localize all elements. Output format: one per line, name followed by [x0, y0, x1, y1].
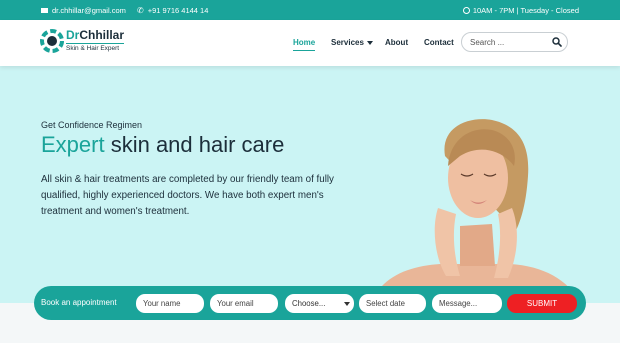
mail-icon	[41, 8, 48, 13]
message-field[interactable]	[432, 294, 502, 313]
hero-description: All skin & hair treatments are completed…	[41, 174, 334, 217]
chevron-down-icon[interactable]	[344, 301, 350, 306]
phone-text[interactable]: +91 9716 4144 14	[148, 6, 209, 15]
nav-home[interactable]: Home	[293, 38, 316, 51]
opening-hours: 10AM - 7PM | Tuesday - Closed	[462, 6, 579, 15]
search-icon[interactable]	[552, 37, 562, 47]
nav-about[interactable]: About	[385, 38, 408, 47]
nav-services[interactable]: Services	[331, 38, 373, 47]
logo-mark-icon	[40, 29, 64, 53]
site-header: DrChhillar Skin & Hair Expert Home Servi…	[0, 20, 620, 66]
phone-icon: ✆	[137, 6, 144, 15]
hero-headline-accent: Expert	[41, 132, 105, 157]
hero-subtitle: Get Confidence Regimen	[41, 120, 143, 130]
top-info-bar: dr.chhillar@gmail.com ✆ +91 9716 4144 14…	[0, 0, 620, 20]
contact-phone[interactable]: ✆ +91 9716 4144 14	[137, 6, 208, 15]
name-field[interactable]	[136, 294, 204, 313]
hero-headline-rest: skin and hair care	[104, 132, 285, 157]
search-input[interactable]	[470, 36, 550, 48]
nav-services-label[interactable]: Services	[331, 38, 364, 47]
clock-icon	[462, 7, 470, 14]
date-field[interactable]	[359, 294, 426, 313]
service-select[interactable]: Choose...	[285, 294, 354, 313]
logo-tagline: Skin & Hair Expert	[66, 43, 125, 53]
hours-text: 10AM - 7PM | Tuesday - Closed	[472, 6, 579, 15]
contact-email[interactable]: dr.chhillar@gmail.com	[41, 6, 126, 15]
logo-title: DrChhillar	[66, 29, 124, 41]
woman-portrait-image	[371, 119, 581, 303]
hero-section: Get Confidence Regimen Expert skin and h…	[0, 66, 620, 303]
search-box[interactable]	[461, 32, 568, 52]
site-logo[interactable]: DrChhillar Skin & Hair Expert	[40, 29, 125, 53]
submit-button[interactable]: SUBMIT	[507, 294, 577, 313]
service-select-value[interactable]: Choose...	[292, 299, 325, 308]
appointment-label: Book an appointment	[41, 298, 117, 307]
email-field[interactable]	[210, 294, 278, 313]
logo-title-prefix: Dr	[66, 28, 80, 43]
logo-title-main: Chhillar	[79, 28, 125, 43]
nav-contact[interactable]: Contact	[424, 38, 454, 47]
hero-headline: Expert skin and hair care	[41, 132, 284, 158]
appointment-bar: Book an appointment Choose... SUBMIT	[34, 286, 586, 320]
chevron-down-icon[interactable]	[366, 40, 373, 45]
email-text[interactable]: dr.chhillar@gmail.com	[52, 6, 126, 15]
